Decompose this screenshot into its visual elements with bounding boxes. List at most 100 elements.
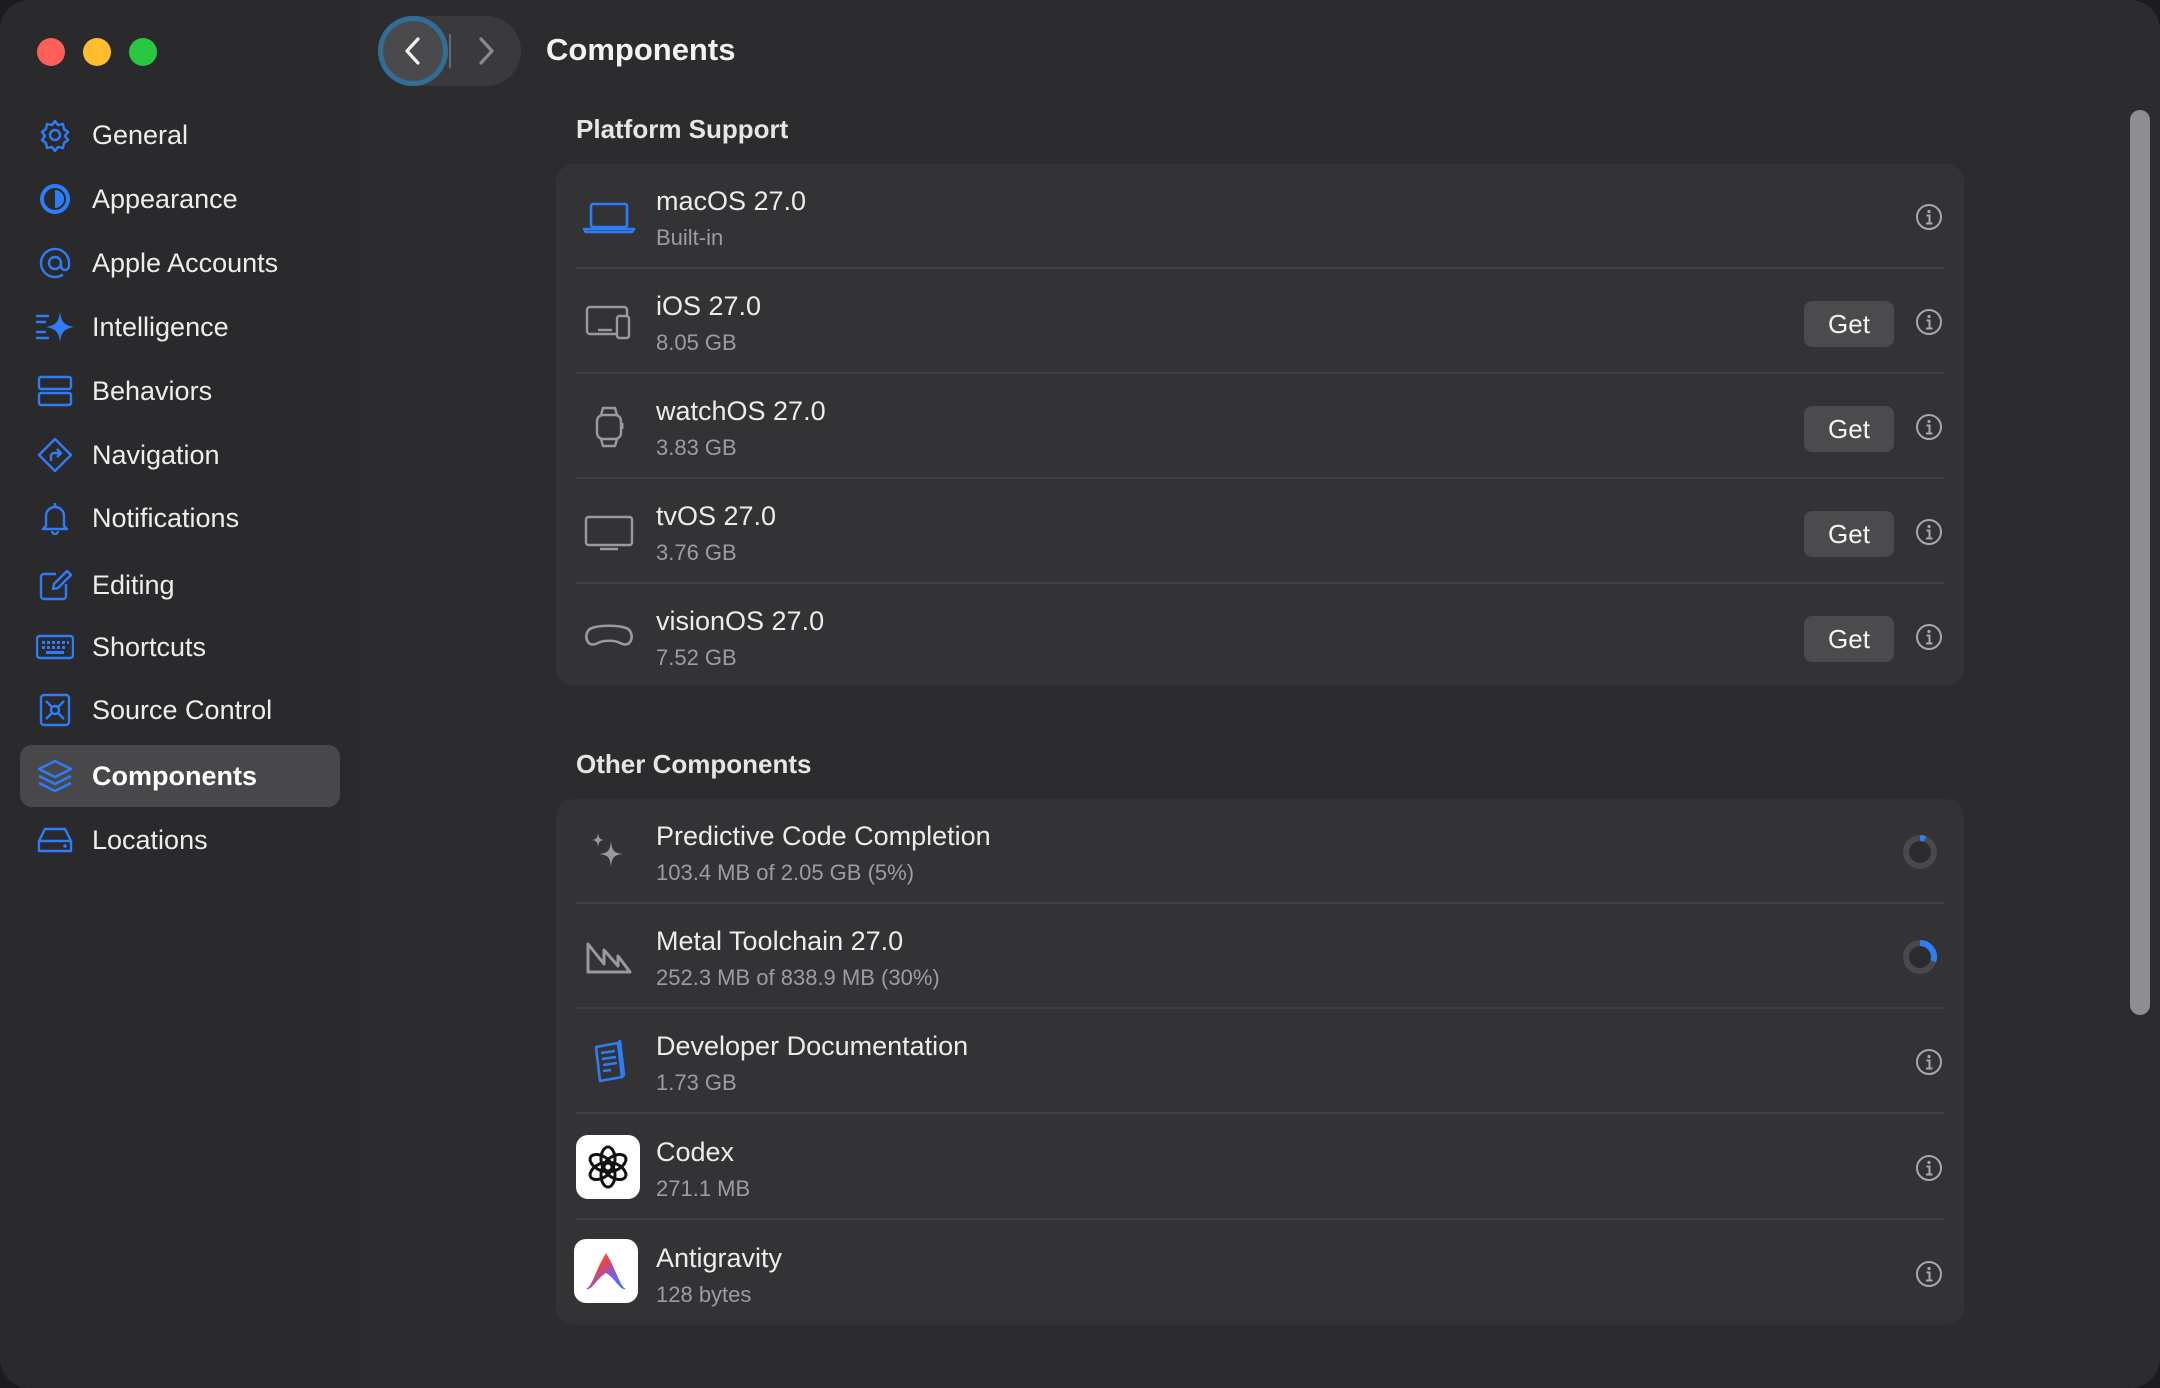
info-icon[interactable] xyxy=(1914,517,1944,547)
drive-icon xyxy=(36,823,74,857)
sidebar-item-label: Appearance xyxy=(92,183,238,214)
sidebar-item-general[interactable]: General xyxy=(20,104,340,166)
codex-app-icon xyxy=(576,1135,640,1199)
component-name: Predictive Code Completion xyxy=(656,821,991,851)
gear-icon xyxy=(36,118,74,153)
sidebar-item-editing[interactable]: Editing xyxy=(20,554,340,616)
sparkles-icon xyxy=(580,823,638,881)
stack-layers-icon xyxy=(36,759,74,793)
sidebar-item-label: Behaviors xyxy=(92,375,213,406)
sidebar-item-notifications[interactable]: Notifications xyxy=(20,487,340,549)
sidebar-item-source-control[interactable]: Source Control xyxy=(20,679,340,741)
sidebar-item-label: Notifications xyxy=(92,502,240,533)
sidebar-item-label: Apple Accounts xyxy=(92,247,279,278)
component-detail: 252.3 MB of 838.9 MB (30%) xyxy=(656,965,940,990)
info-icon[interactable] xyxy=(1914,412,1944,442)
get-tvos-button[interactable]: Get xyxy=(1804,511,1894,557)
sidebar-item-label: Editing xyxy=(92,569,175,600)
sidebar-item-label: Locations xyxy=(92,824,208,855)
platform-support-group: macOS 27.0 Built-in iOS 27.0 8.05 GB Get… xyxy=(556,164,1964,686)
laptop-icon xyxy=(580,188,638,246)
chevron-left-icon xyxy=(405,37,420,65)
list-item: Antigravity 128 bytes xyxy=(556,1221,1964,1326)
list-item: iOS 27.0 8.05 GB Get xyxy=(556,269,1964,374)
component-detail: 271.1 MB xyxy=(656,1176,751,1201)
sidebar-item-shortcuts[interactable]: Shortcuts xyxy=(20,616,340,678)
sidebar-item-locations[interactable]: Locations xyxy=(20,809,340,871)
component-name: macOS 27.0 xyxy=(656,186,807,216)
bell-icon xyxy=(36,501,74,536)
keyboard-icon xyxy=(35,630,75,664)
back-button[interactable] xyxy=(378,16,448,86)
sparkle-icon xyxy=(35,310,74,344)
get-watchos-button[interactable]: Get xyxy=(1804,406,1894,452)
sidebar-item-label: Components xyxy=(92,760,257,791)
component-detail: 1.73 GB xyxy=(656,1070,737,1095)
forward-button[interactable] xyxy=(451,16,521,86)
documentation-icon xyxy=(580,1033,638,1091)
list-item: tvOS 27.0 3.76 GB Get xyxy=(556,479,1964,584)
close-window-button[interactable] xyxy=(37,38,65,66)
row-divider xyxy=(576,1112,1944,1114)
component-name: Developer Documentation xyxy=(656,1031,969,1061)
vision-pro-icon xyxy=(580,608,638,666)
component-name: iOS 27.0 xyxy=(656,291,762,321)
component-detail: 3.83 GB xyxy=(656,435,737,460)
component-detail: 103.4 MB of 2.05 GB (5%) xyxy=(656,860,915,885)
list-item: Predictive Code Completion 103.4 MB of 2… xyxy=(556,799,1964,904)
component-detail: 128 bytes xyxy=(656,1282,752,1307)
at-sign-icon xyxy=(36,246,74,280)
list-item: macOS 27.0 Built-in xyxy=(556,164,1964,269)
settings-window: General Appearance Apple Accounts Intell… xyxy=(0,0,2160,1388)
pencil-square-icon xyxy=(36,568,74,602)
chevron-right-icon xyxy=(479,37,494,65)
sidebar-item-apple-accounts[interactable]: Apple Accounts xyxy=(20,232,340,294)
component-name: tvOS 27.0 xyxy=(656,501,777,531)
row-divider xyxy=(576,1218,1944,1220)
get-visionos-button[interactable]: Get xyxy=(1804,616,1894,662)
list-item: Metal Toolchain 27.0 252.3 MB of 838.9 M… xyxy=(556,904,1964,1009)
sidebar-item-label: Source Control xyxy=(92,694,273,725)
list-item: visionOS 27.0 7.52 GB Get xyxy=(556,584,1964,689)
minimize-window-button[interactable] xyxy=(83,38,111,66)
source-control-icon xyxy=(36,693,74,727)
list-item: Codex 271.1 MB xyxy=(556,1115,1964,1220)
zoom-window-button[interactable] xyxy=(129,38,157,66)
antigravity-app-icon xyxy=(574,1239,638,1303)
sidebar-item-behaviors[interactable]: Behaviors xyxy=(20,360,340,422)
behaviors-icon xyxy=(36,374,74,408)
download-progress-indicator xyxy=(1903,834,1937,869)
info-icon[interactable] xyxy=(1914,622,1944,652)
sidebar-item-label: Shortcuts xyxy=(92,631,207,662)
component-detail: 8.05 GB xyxy=(656,330,737,355)
component-name: visionOS 27.0 xyxy=(656,606,825,636)
component-detail: 3.76 GB xyxy=(656,540,737,565)
sidebar-item-appearance[interactable]: Appearance xyxy=(20,168,340,230)
sidebar-item-intelligence[interactable]: Intelligence xyxy=(20,296,340,358)
section-title-other-components: Other Components xyxy=(576,749,812,779)
list-item: Developer Documentation 1.73 GB xyxy=(556,1009,1964,1114)
appearance-icon xyxy=(36,182,74,216)
get-ios-button[interactable]: Get xyxy=(1804,301,1894,347)
sidebar-item-label: Navigation xyxy=(92,439,220,470)
other-components-group: Predictive Code Completion 103.4 MB of 2… xyxy=(556,799,1964,1325)
list-item: watchOS 27.0 3.83 GB Get xyxy=(556,374,1964,479)
component-name: Antigravity xyxy=(656,1243,783,1273)
page-title: Components xyxy=(546,32,736,67)
info-icon[interactable] xyxy=(1914,1047,1944,1077)
navigation-buttons xyxy=(378,16,521,86)
section-title-platform-support: Platform Support xyxy=(576,114,789,144)
sidebar-item-navigation[interactable]: Navigation xyxy=(20,424,340,486)
download-progress-indicator xyxy=(1903,940,1937,974)
metal-icon xyxy=(580,928,638,986)
info-icon[interactable] xyxy=(1914,1259,1944,1289)
component-name: Codex xyxy=(656,1137,735,1167)
component-name: Metal Toolchain 27.0 xyxy=(656,926,904,956)
info-icon[interactable] xyxy=(1914,307,1944,337)
scrollbar-thumb[interactable] xyxy=(2130,110,2150,1015)
info-icon[interactable] xyxy=(1914,202,1944,232)
sidebar-item-components[interactable]: Components xyxy=(20,745,340,807)
info-icon[interactable] xyxy=(1914,1153,1944,1183)
sidebar-item-label: Intelligence xyxy=(92,311,229,342)
watch-icon xyxy=(580,398,638,456)
